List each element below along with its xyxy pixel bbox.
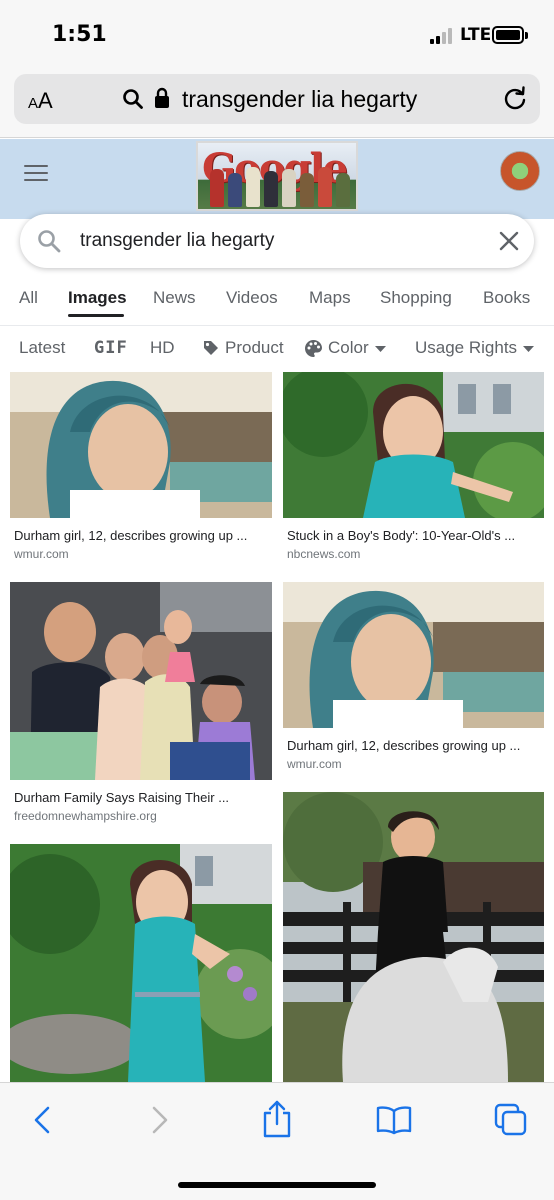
- back-icon[interactable]: [30, 1105, 54, 1135]
- filter-hd[interactable]: HD: [150, 338, 175, 358]
- hamburger-menu-icon[interactable]: [24, 165, 48, 185]
- tab-all[interactable]: All: [19, 288, 38, 308]
- image-result-card[interactable]: [10, 844, 272, 1082]
- text-size-button[interactable]: AA: [28, 88, 53, 114]
- tab-maps[interactable]: Maps: [309, 288, 351, 308]
- home-indicator: [178, 1182, 376, 1188]
- filter-usage-rights[interactable]: Usage Rights: [415, 338, 517, 358]
- result-title[interactable]: Durham Family Says Raising Their ...: [14, 790, 229, 805]
- lock-icon: [155, 87, 169, 108]
- battery-icon: [492, 26, 528, 44]
- address-bar[interactable]: AA transgender lia hegarty: [14, 74, 540, 124]
- tabs-icon[interactable]: [494, 1103, 528, 1137]
- image-result-card[interactable]: Durham girl, 12, describes growing up ..…: [283, 582, 544, 774]
- tab-books[interactable]: Books: [483, 288, 530, 308]
- image-results: Durham girl, 12, describes growing up ..…: [0, 372, 554, 1082]
- result-source: wmur.com: [14, 547, 69, 561]
- reload-icon[interactable]: [502, 86, 528, 112]
- filter-color[interactable]: Color: [328, 338, 369, 358]
- result-thumbnail[interactable]: [10, 844, 272, 1082]
- forward-icon[interactable]: [148, 1105, 172, 1135]
- search-tabs: All Images News Videos Maps Shopping Boo…: [0, 278, 554, 326]
- clear-icon[interactable]: [498, 230, 520, 252]
- result-thumbnail[interactable]: [10, 372, 272, 518]
- chevron-down-icon: [375, 346, 386, 352]
- image-result-card[interactable]: [283, 792, 544, 1082]
- search-box[interactable]: transgender lia hegarty: [20, 214, 534, 268]
- image-result-card[interactable]: Durham girl, 12, describes growing up ..…: [10, 372, 272, 564]
- share-icon[interactable]: [260, 1099, 294, 1139]
- tab-shopping[interactable]: Shopping: [380, 288, 452, 308]
- search-input[interactable]: transgender lia hegarty: [80, 230, 274, 252]
- tab-news[interactable]: News: [153, 288, 196, 308]
- result-thumbnail[interactable]: [283, 792, 544, 1082]
- result-thumbnail[interactable]: [283, 582, 544, 728]
- cellular-signal-icon: [430, 28, 454, 44]
- result-thumbnail[interactable]: [283, 372, 544, 518]
- bookmarks-icon[interactable]: [376, 1105, 412, 1135]
- result-thumbnail[interactable]: [10, 582, 272, 780]
- url-text: transgender lia hegarty: [182, 86, 418, 112]
- tab-videos[interactable]: Videos: [226, 288, 278, 308]
- active-tab-indicator: [68, 314, 124, 317]
- network-type: LTE: [460, 25, 492, 45]
- status-time: 1:51: [52, 22, 107, 47]
- result-title[interactable]: Durham girl, 12, describes growing up ..…: [287, 738, 520, 753]
- result-title[interactable]: Stuck in a Boy's Body': 10-Year-Old's ..…: [287, 528, 515, 543]
- image-filters: Latest GIF HD Product Color Usage Rights: [0, 326, 554, 372]
- browser-toolbar: AA transgender lia hegarty: [0, 66, 554, 138]
- palette-icon: [305, 340, 322, 357]
- result-title[interactable]: Durham girl, 12, describes growing up ..…: [14, 528, 247, 543]
- result-source: nbcnews.com: [287, 547, 361, 561]
- google-header: Google: [0, 139, 554, 219]
- google-doodle[interactable]: Google: [196, 141, 358, 211]
- search-icon[interactable]: [36, 228, 62, 254]
- status-bar: 1:51 LTE: [0, 0, 554, 66]
- result-source: freedomnewhampshire.org: [14, 809, 157, 823]
- search-icon: [123, 89, 143, 109]
- account-avatar[interactable]: [500, 151, 540, 191]
- chevron-down-icon: [523, 346, 534, 352]
- filter-product[interactable]: Product: [225, 338, 284, 358]
- result-source: wmur.com: [287, 757, 342, 771]
- tab-images[interactable]: Images: [68, 288, 127, 308]
- filter-gif[interactable]: GIF: [94, 338, 128, 358]
- image-result-card[interactable]: Stuck in a Boy's Body': 10-Year-Old's ..…: [283, 372, 544, 564]
- tag-icon: [204, 341, 218, 355]
- image-result-card[interactable]: Durham Family Says Raising Their ... fre…: [10, 582, 272, 826]
- filter-latest[interactable]: Latest: [19, 338, 65, 358]
